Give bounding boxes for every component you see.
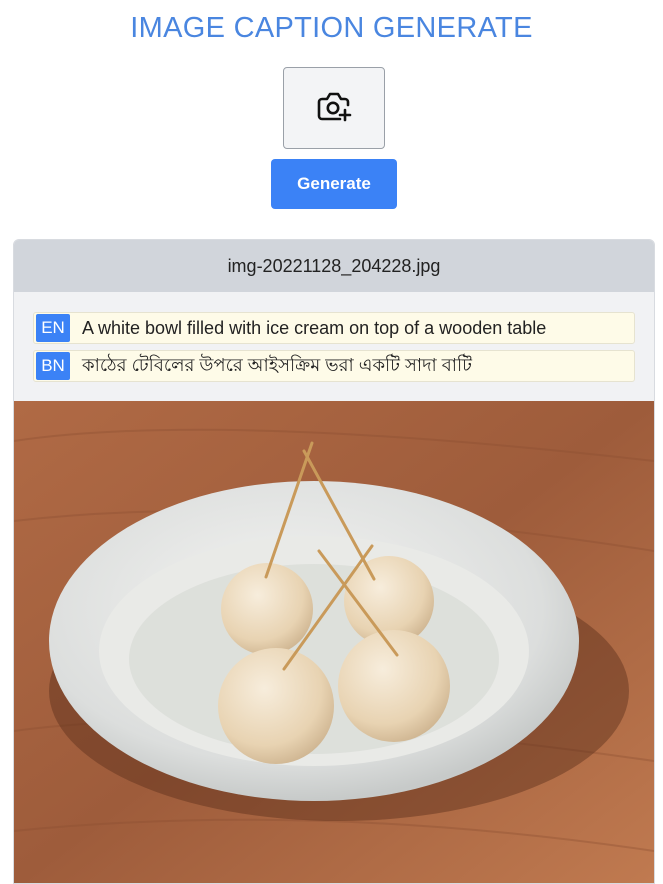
filename: img-20221128_204228.jpg <box>227 255 441 276</box>
caption-text-en: A white bowl filled with ice cream on to… <box>82 317 547 338</box>
caption-row-bn: BN কাঠের টেবিলের উপরে আইসক্রিম ভরা একটি … <box>33 350 635 382</box>
generate-button[interactable]: Generate <box>271 159 397 209</box>
captions-list: EN A white bowl filled with ice cream on… <box>14 292 654 401</box>
caption-text-bn: কাঠের টেবিলের উপরে আইসক্রিম ভরা একটি সাদ… <box>82 354 472 375</box>
result-card: img-20221128_204228.jpg EN A white bowl … <box>13 239 655 884</box>
lang-badge-bn: BN <box>36 352 70 380</box>
camera-plus-icon <box>316 89 352 128</box>
page-title: IMAGE CAPTION GENERATE <box>130 12 533 44</box>
image-upload-button[interactable] <box>283 67 385 149</box>
uploaded-photo <box>14 401 654 883</box>
filename-header: img-20221128_204228.jpg <box>14 240 654 292</box>
caption-row-en: EN A white bowl filled with ice cream on… <box>33 312 635 344</box>
lang-badge-en: EN <box>36 314 70 342</box>
